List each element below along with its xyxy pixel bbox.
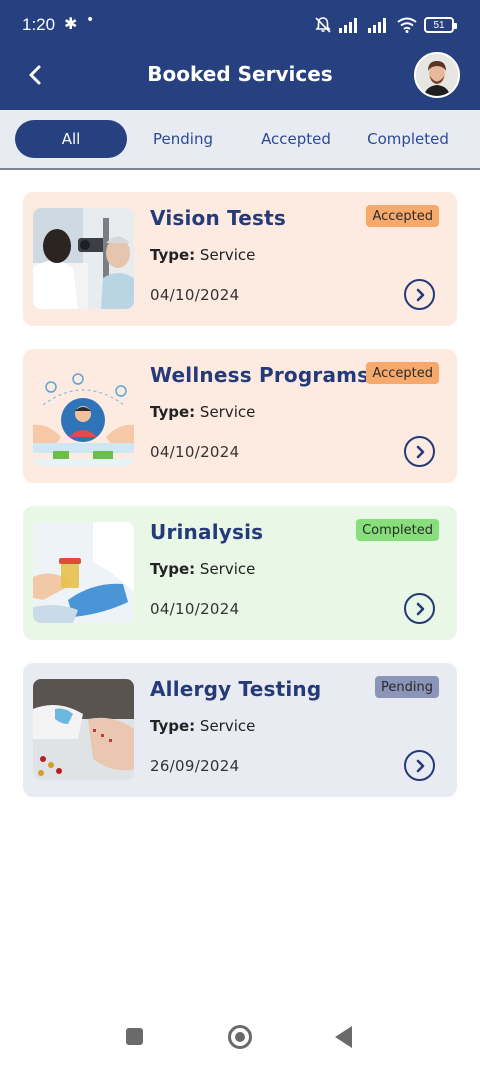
vision-tests-image	[33, 208, 134, 309]
system-nav-bar	[0, 1008, 480, 1067]
home-circle-icon[interactable]	[228, 1025, 252, 1049]
booking-card-urinalysis[interactable]: Urinalysis Type: Service 04/10/2024 Comp…	[23, 506, 457, 640]
booking-card-allergy-testing[interactable]: Allergy Testing Type: Service 26/09/2024…	[23, 663, 457, 797]
avatar[interactable]	[414, 52, 460, 98]
booking-type: Type: Service	[150, 403, 255, 421]
open-booking-button[interactable]	[404, 750, 435, 781]
back-triangle-icon[interactable]	[335, 1026, 352, 1048]
signal-icon	[339, 18, 357, 33]
recents-square-icon[interactable]	[126, 1028, 143, 1045]
open-booking-button[interactable]	[404, 279, 435, 310]
type-label: Type:	[150, 560, 196, 578]
chevron-right-icon	[416, 288, 424, 301]
booking-title: Wellness Programs	[150, 363, 370, 387]
type-label: Type:	[150, 246, 196, 264]
open-booking-button[interactable]	[404, 436, 435, 467]
type-value: Service	[199, 403, 256, 421]
open-booking-button[interactable]	[404, 593, 435, 624]
allergy-testing-image	[33, 679, 134, 780]
status-badge: Accepted	[366, 205, 439, 227]
chevron-right-icon	[416, 602, 424, 615]
booking-card-vision-tests[interactable]: Vision Tests Type: Service 04/10/2024 Ac…	[23, 192, 457, 326]
booking-date: 04/10/2024	[150, 286, 240, 304]
tab-completed[interactable]: Completed	[352, 120, 464, 158]
app-header: 1:20 ✱ • 51 Booked Services	[0, 0, 480, 110]
booking-title: Urinalysis	[150, 520, 264, 544]
dot-icon: •	[86, 12, 95, 28]
user-avatar-image	[416, 54, 458, 96]
status-bar: 1:20 ✱ • 51	[0, 0, 480, 52]
booking-type: Type: Service	[150, 246, 255, 264]
battery-level: 51	[433, 19, 445, 31]
type-value: Service	[199, 246, 256, 264]
filter-tabs: All Pending Accepted Completed	[0, 110, 480, 170]
battery-icon: 51	[424, 17, 457, 33]
status-time: 1:20	[22, 15, 56, 34]
tab-all[interactable]: All	[15, 120, 127, 158]
booking-type: Type: Service	[150, 560, 255, 578]
booking-title: Allergy Testing	[150, 677, 322, 701]
status-badge: Pending	[375, 676, 439, 698]
booking-date: 26/09/2024	[150, 757, 240, 775]
booking-card-wellness-programs[interactable]: Wellness Programs Type: Service 04/10/20…	[23, 349, 457, 483]
type-value: Service	[199, 717, 256, 735]
signal-icon	[368, 18, 386, 33]
wifi-icon	[397, 17, 417, 33]
page-title: Booked Services	[147, 62, 333, 86]
booking-type: Type: Service	[150, 717, 255, 735]
type-label: Type:	[150, 717, 196, 735]
booking-title: Vision Tests	[150, 206, 287, 230]
booking-date: 04/10/2024	[150, 600, 240, 618]
wellness-programs-image	[33, 365, 134, 466]
booking-date: 04/10/2024	[150, 443, 240, 461]
status-icons: 51	[314, 14, 457, 36]
tab-accepted[interactable]: Accepted	[240, 120, 352, 158]
status-badge: Accepted	[366, 362, 439, 384]
type-value: Service	[199, 560, 256, 578]
slack-icon: ✱	[64, 14, 78, 33]
bell-off-icon	[315, 17, 331, 33]
urinalysis-image	[33, 522, 134, 623]
chevron-right-icon	[416, 759, 424, 772]
tab-pending[interactable]: Pending	[127, 120, 239, 158]
status-badge: Completed	[356, 519, 439, 541]
chevron-right-icon	[416, 445, 424, 458]
type-label: Type:	[150, 403, 196, 421]
